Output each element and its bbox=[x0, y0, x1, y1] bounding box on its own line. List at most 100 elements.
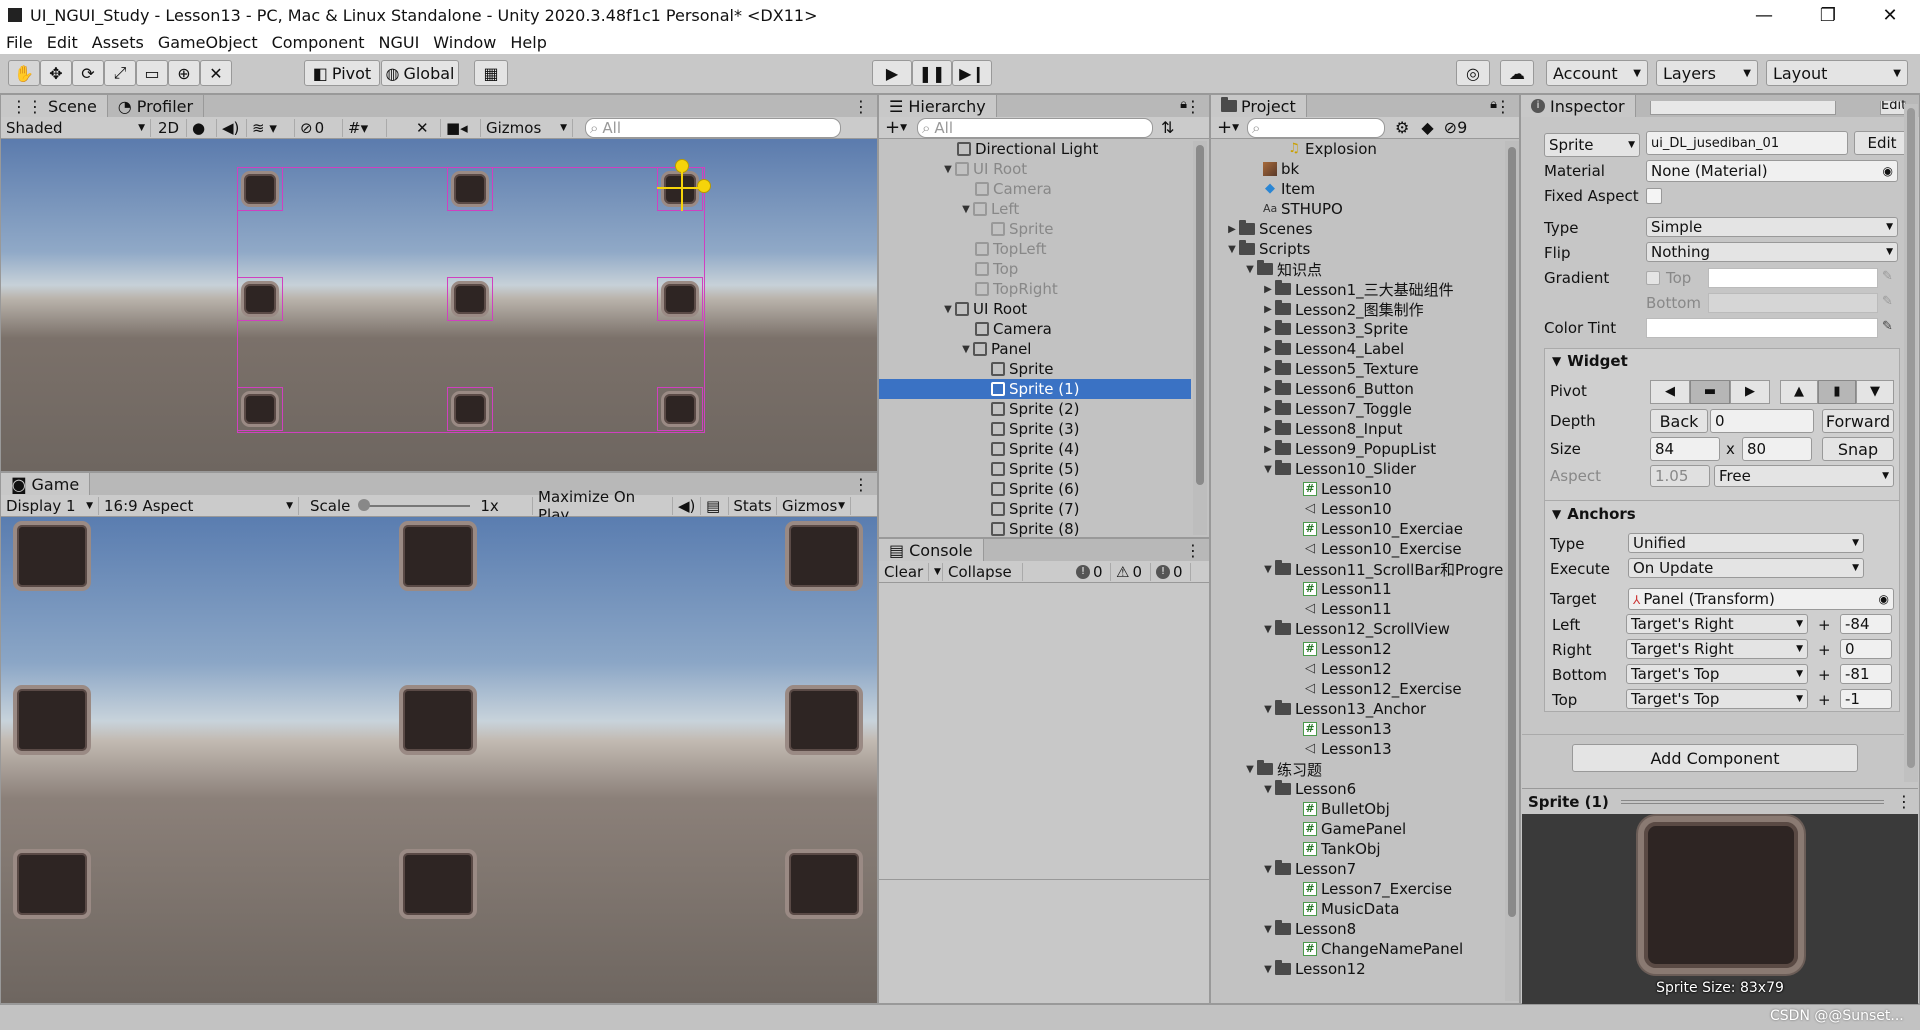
grid-snap-icon[interactable]: ▦ bbox=[474, 60, 508, 86]
project-item[interactable]: ▼ Lesson6 bbox=[1261, 779, 1356, 799]
scene-sprite[interactable] bbox=[451, 171, 489, 207]
project-item[interactable]: ▶ Scenes bbox=[1225, 219, 1313, 239]
tree-item[interactable]: Camera bbox=[975, 319, 1052, 339]
expand-arrow-icon[interactable]: ▼ bbox=[959, 344, 973, 355]
info-filter[interactable]: ! 0 bbox=[1071, 562, 1111, 581]
sprite-type-dropdown[interactable]: Sprite bbox=[1544, 133, 1640, 157]
scene-sprite[interactable] bbox=[241, 171, 279, 207]
scene-sprite[interactable] bbox=[451, 391, 489, 427]
scrollbar-thumb[interactable] bbox=[1907, 108, 1915, 768]
gradient-checkbox[interactable] bbox=[1646, 271, 1660, 285]
project-search-input[interactable]: ⌕ bbox=[1247, 117, 1386, 138]
type-dropdown[interactable]: Simple bbox=[1646, 217, 1898, 237]
project-item[interactable]: ▼ Lesson13_Anchor bbox=[1261, 699, 1426, 719]
eye-slash-icon[interactable]: ⊘ bbox=[1444, 118, 1457, 137]
menu-assets[interactable]: Assets bbox=[92, 33, 144, 52]
menu-edit[interactable]: Edit bbox=[47, 33, 78, 52]
filter-label-icon[interactable]: ◆ bbox=[1421, 118, 1433, 137]
chevron-down-icon[interactable]: ▼ bbox=[929, 562, 943, 581]
tree-item[interactable]: ▼ Panel bbox=[959, 339, 1031, 359]
scene-sprite-selected[interactable] bbox=[661, 171, 699, 207]
tree-item[interactable]: Sprite (7) bbox=[991, 499, 1080, 519]
project-item[interactable]: ◁ Lesson11 bbox=[1289, 599, 1392, 619]
grid-icon[interactable]: #▾ bbox=[343, 118, 387, 137]
project-item[interactable]: ▼ Scripts bbox=[1225, 239, 1310, 259]
tab-inspector[interactable]: i Inspector bbox=[1521, 95, 1636, 117]
tree-item-selected[interactable]: Sprite (1) bbox=[991, 379, 1080, 399]
menu-ngui[interactable]: NGUI bbox=[378, 33, 419, 52]
step-button[interactable]: ▶❙ bbox=[952, 60, 992, 86]
expand-arrow-icon[interactable]: ▼ bbox=[1261, 784, 1275, 795]
hand-tool-icon[interactable]: ✋ bbox=[8, 60, 40, 86]
global-toggle[interactable]: ◍ Global bbox=[381, 60, 459, 86]
warning-filter[interactable]: ⚠ 0 bbox=[1111, 562, 1151, 581]
project-item[interactable]: ◁ Lesson12 bbox=[1289, 659, 1392, 679]
tree-item[interactable]: ▼ UI Root bbox=[941, 299, 1027, 319]
display-dropdown[interactable]: Display 1 ▼ bbox=[1, 496, 99, 515]
anchor-bottom-dropdown[interactable]: Target's Top bbox=[1626, 664, 1808, 684]
effects-icon[interactable]: ≋ ▾ bbox=[247, 118, 295, 137]
game-viewport[interactable] bbox=[1, 517, 877, 1003]
expand-arrow-icon[interactable]: ▼ bbox=[941, 164, 955, 175]
expand-arrow-icon[interactable]: ▼ bbox=[1261, 564, 1275, 575]
hidden-objects-toggle[interactable]: ⊘ 0 bbox=[295, 118, 343, 137]
anchor-left-dropdown[interactable]: Target's Right bbox=[1626, 614, 1808, 634]
project-item[interactable]: # MusicData bbox=[1289, 899, 1400, 919]
cloud-icon[interactable]: ☁ bbox=[1500, 60, 1534, 86]
tree-item[interactable]: Camera bbox=[975, 179, 1052, 199]
audio-icon[interactable]: ◀) bbox=[217, 118, 247, 137]
project-item[interactable]: # Lesson10_Exerciae bbox=[1289, 519, 1463, 539]
tree-item[interactable]: Sprite bbox=[991, 359, 1054, 379]
scene-sprite[interactable] bbox=[661, 391, 699, 427]
gradient-bottom-color[interactable] bbox=[1708, 293, 1878, 313]
menu-component[interactable]: Component bbox=[272, 33, 365, 52]
project-item[interactable]: ◁ Lesson12_Exercise bbox=[1289, 679, 1462, 699]
add-icon[interactable]: + bbox=[1217, 117, 1232, 138]
project-scrollbar[interactable] bbox=[1505, 141, 1519, 1001]
color-tint-swatch[interactable] bbox=[1646, 318, 1878, 338]
transform-tool-icon[interactable]: ⊕ bbox=[168, 60, 200, 86]
project-item[interactable]: ▶ Lesson8_Input bbox=[1261, 419, 1403, 439]
tree-item[interactable]: Sprite (6) bbox=[991, 479, 1080, 499]
collab-icon[interactable]: ◎ bbox=[1456, 60, 1490, 86]
console-log-list[interactable] bbox=[879, 583, 1209, 879]
expand-arrow-icon[interactable]: ▼ bbox=[1261, 624, 1275, 635]
tab-hierarchy[interactable]: ☰ Hierarchy bbox=[879, 95, 997, 117]
menu-help[interactable]: Help bbox=[510, 33, 546, 52]
camera-icon[interactable]: ■◂ bbox=[441, 118, 481, 137]
pause-button[interactable]: ❚❚ bbox=[912, 60, 952, 86]
project-item[interactable]: ▶ Lesson6_Button bbox=[1261, 379, 1414, 399]
project-item[interactable]: ▶ Lesson1_三大基础组件 bbox=[1261, 279, 1454, 299]
project-item[interactable]: bk bbox=[1249, 159, 1299, 179]
panel-menu-icon[interactable]: ⋮ bbox=[1185, 541, 1201, 560]
pivot-left-button[interactable]: ◀ bbox=[1650, 380, 1690, 404]
rect-tool-icon[interactable]: ▭ bbox=[136, 60, 168, 86]
menu-gameobject[interactable]: GameObject bbox=[158, 33, 258, 52]
collapse-arrow-icon[interactable]: ▶ bbox=[1225, 224, 1239, 235]
tab-game[interactable]: ◙ Game bbox=[1, 473, 91, 495]
expand-arrow-icon[interactable]: ▼ bbox=[1243, 264, 1257, 275]
menu-window[interactable]: Window bbox=[433, 33, 496, 52]
expand-arrow-icon[interactable]: ▼ bbox=[941, 304, 955, 315]
scale-slider[interactable]: Scale 1x bbox=[299, 496, 533, 515]
scale-thumb[interactable] bbox=[358, 498, 371, 511]
project-item[interactable]: # GamePanel bbox=[1289, 819, 1406, 839]
tree-item[interactable]: ▼ UI Root bbox=[941, 159, 1027, 179]
custom-tool-icon[interactable]: ✕ bbox=[200, 60, 232, 86]
sprite-edit-button[interactable]: Edit bbox=[1854, 131, 1910, 155]
depth-field[interactable]: 0 bbox=[1710, 409, 1814, 433]
sort-icon[interactable]: ⇅ bbox=[1161, 118, 1174, 137]
tree-item[interactable]: TopLeft bbox=[975, 239, 1047, 259]
object-picker-icon[interactable]: ◉ bbox=[1883, 164, 1893, 178]
mute-audio-icon[interactable]: ◀) bbox=[673, 496, 701, 515]
layout-dropdown[interactable]: Layout ▼ bbox=[1766, 60, 1908, 86]
account-dropdown[interactable]: Account ▼ bbox=[1546, 60, 1648, 86]
project-item[interactable]: # Lesson10 bbox=[1289, 479, 1392, 499]
collapse-arrow-icon[interactable]: ▶ bbox=[1261, 364, 1275, 375]
project-item[interactable]: ◁ Lesson10 bbox=[1289, 499, 1392, 519]
tree-item[interactable]: TopRight bbox=[975, 279, 1058, 299]
pivot-toggle[interactable]: ◧ Pivot bbox=[304, 60, 380, 86]
maximize-on-play-toggle[interactable]: Maximize On Play bbox=[533, 488, 673, 524]
add-component-button[interactable]: Add Component bbox=[1572, 744, 1858, 772]
gizmo-handle-icon[interactable] bbox=[697, 179, 711, 193]
